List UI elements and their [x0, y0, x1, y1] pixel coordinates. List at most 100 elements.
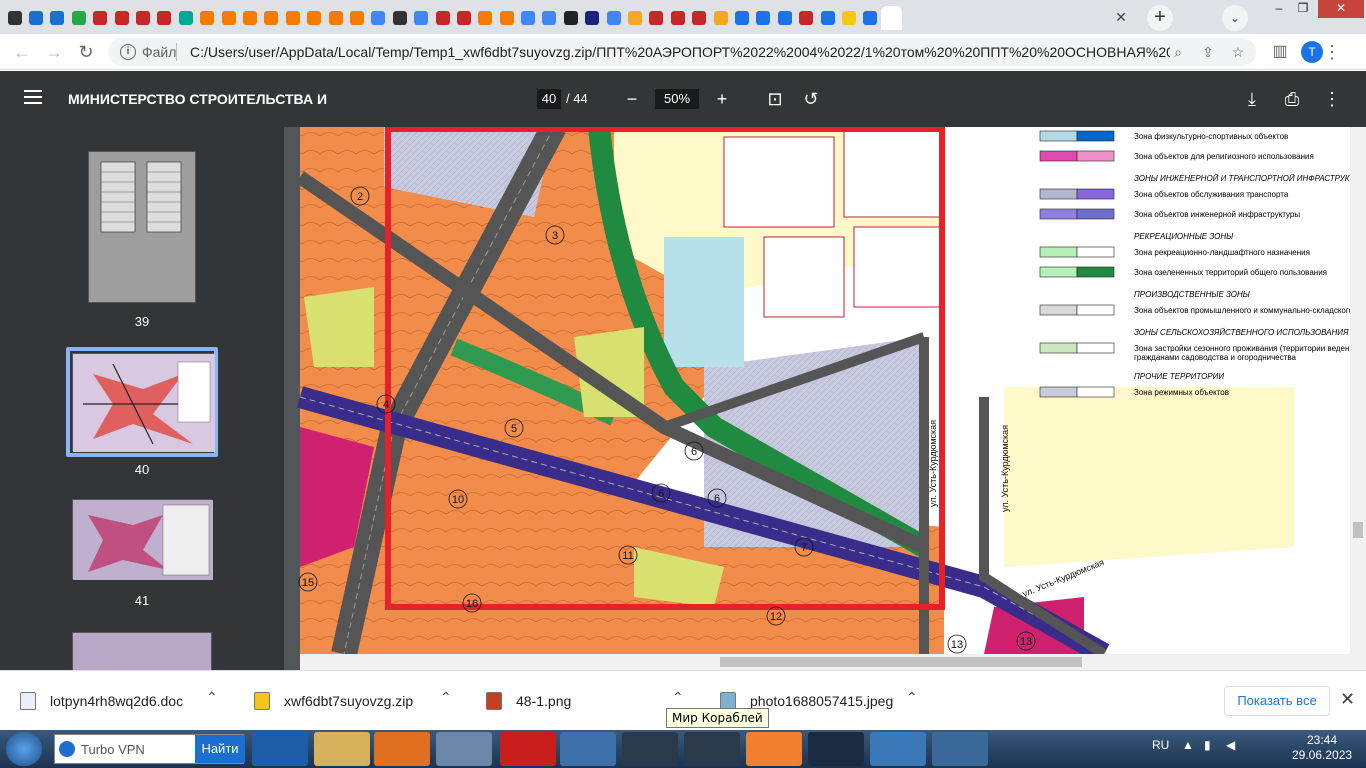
turbo-vpn-search[interactable]: Turbo VPN Найти — [54, 734, 245, 764]
print-icon[interactable]: ⎙ — [1280, 87, 1304, 111]
download-chevron-4[interactable]: ⌃ — [906, 689, 918, 706]
tab-favicon[interactable] — [753, 6, 774, 30]
bookmark-star-icon[interactable]: ☆ — [1228, 42, 1248, 62]
tab-favicon[interactable] — [496, 6, 517, 30]
paint-icon[interactable] — [932, 732, 988, 766]
menu-icon[interactable] — [24, 90, 42, 104]
zoom-in-button[interactable]: + — [710, 87, 734, 111]
profile-avatar[interactable]: T — [1301, 41, 1323, 63]
tab-favicon[interactable] — [881, 6, 903, 30]
tab-favicon[interactable] — [710, 6, 731, 30]
tab-favicon[interactable] — [175, 6, 196, 30]
tab-favicon[interactable] — [432, 6, 453, 30]
language-indicator[interactable]: RU — [1152, 738, 1169, 752]
tab-favicon[interactable] — [838, 6, 859, 30]
tab-favicon[interactable] — [795, 6, 816, 30]
forward-button[interactable]: → — [42, 40, 66, 64]
tab-search-button[interactable]: ⌄ — [1222, 5, 1248, 31]
tab-favicon[interactable] — [603, 6, 624, 30]
tray-arrow-icon[interactable]: ▲ — [1182, 738, 1194, 752]
tab-favicon[interactable] — [624, 6, 645, 30]
tab-favicon[interactable] — [68, 6, 89, 30]
tab-close-button[interactable]: ✕ — [1112, 8, 1130, 26]
download-chevron-3[interactable]: ⌃ — [672, 689, 684, 706]
photo-viewer-icon[interactable] — [870, 732, 926, 766]
horizontal-scrollbar[interactable] — [300, 654, 1350, 670]
back-button[interactable]: ← — [10, 40, 34, 64]
pdf-viewer[interactable]: Зона физкультурно-спортивных объектов Зон… — [284, 127, 1366, 670]
app-icon[interactable] — [746, 732, 802, 766]
download-item-2[interactable]: xwf6dbt7suyovzg.zip — [254, 689, 413, 713]
tab-favicon[interactable] — [560, 6, 581, 30]
download-icon[interactable]: ⤓ — [1240, 87, 1264, 111]
explorer-icon[interactable] — [314, 732, 370, 766]
url-text[interactable]: C:/Users/user/AppData/Local/Temp/Temp1_x… — [190, 44, 1170, 60]
tab-favicon[interactable] — [539, 6, 560, 30]
tab-favicon[interactable] — [132, 6, 153, 30]
tab-favicon[interactable] — [517, 6, 538, 30]
restore-button[interactable]: ❐ — [1290, 0, 1316, 18]
tab-favicon[interactable] — [817, 6, 838, 30]
tab-favicon[interactable] — [218, 6, 239, 30]
tab-favicon[interactable] — [731, 6, 752, 30]
tab-favicon[interactable] — [303, 6, 324, 30]
tab-favicon[interactable] — [368, 6, 389, 30]
zoom-icon[interactable]: ⌕ — [1168, 42, 1188, 62]
show-all-downloads-button[interactable]: Показать все — [1224, 686, 1330, 716]
rotate-icon[interactable]: ↺ — [799, 87, 823, 111]
tab-favicon[interactable] — [239, 6, 260, 30]
steam-icon[interactable] — [808, 732, 864, 766]
fit-page-icon[interactable]: ⊡ — [763, 87, 787, 111]
tab-favicon[interactable] — [47, 6, 68, 30]
turbo-vpn-find-button[interactable]: Найти — [195, 735, 245, 763]
download-item-1[interactable]: lotpyn4rh8wq2d6.doc — [20, 689, 183, 713]
download-chevron-1[interactable]: ⌃ — [206, 689, 218, 706]
tab-favicon[interactable] — [346, 6, 367, 30]
tanks-icon[interactable] — [622, 732, 678, 766]
download-chevron-2[interactable]: ⌃ — [440, 689, 452, 706]
opera-icon[interactable] — [500, 732, 556, 766]
reload-button[interactable]: ↻ — [74, 40, 98, 64]
tab-favicon[interactable] — [667, 6, 688, 30]
tab-favicon[interactable] — [410, 6, 431, 30]
ships-icon[interactable] — [684, 732, 740, 766]
download-item-3[interactable]: 48-1.png — [486, 689, 571, 713]
downloads-close-icon[interactable]: ✕ — [1340, 689, 1355, 710]
thumbnail-page-39[interactable] — [88, 151, 196, 303]
new-tab-button[interactable]: + — [1147, 5, 1173, 31]
side-panel-icon[interactable]: ▥ — [1268, 40, 1292, 64]
window-close-button[interactable]: ✕ — [1318, 0, 1364, 18]
tab-favicon[interactable] — [261, 6, 282, 30]
volume-icon[interactable]: ◀ — [1226, 738, 1235, 752]
tab-favicon[interactable] — [325, 6, 346, 30]
chrome-icon[interactable] — [436, 732, 492, 766]
address-bar[interactable]: i Файл C:/Users/user/AppData/Local/Temp/… — [108, 38, 1256, 66]
zoom-input[interactable]: 50% — [655, 89, 699, 109]
start-button[interactable] — [6, 732, 42, 766]
browser-menu-icon[interactable]: ⋮ — [1320, 40, 1344, 64]
turbo-vpn-text[interactable]: Turbo VPN — [81, 742, 145, 757]
tab-favicon[interactable] — [860, 6, 881, 30]
system-clock[interactable]: 23:44 29.06.2023 — [1292, 733, 1352, 763]
horizontal-scroll-thumb[interactable] — [720, 657, 1082, 667]
tab-favicon[interactable] — [689, 6, 710, 30]
thumbnail-page-42[interactable] — [72, 632, 212, 670]
tab-favicon[interactable] — [774, 6, 795, 30]
share-icon[interactable]: ⇪ — [1198, 42, 1218, 62]
tab-favicon[interactable] — [197, 6, 218, 30]
vertical-scrollbar[interactable] — [1350, 127, 1366, 670]
tray-phone-icon[interactable]: ▮ — [1204, 738, 1211, 752]
thumbnail-page-41[interactable] — [72, 499, 213, 580]
tab-favicon[interactable] — [90, 6, 111, 30]
vertical-scroll-thumb[interactable] — [1353, 522, 1363, 538]
tab-favicon[interactable] — [646, 6, 667, 30]
tab-favicon[interactable] — [4, 6, 25, 30]
vk-icon[interactable] — [560, 732, 616, 766]
tab-favicon[interactable] — [389, 6, 410, 30]
thumbnail-page-40[interactable] — [72, 353, 215, 452]
tab-favicon[interactable] — [282, 6, 303, 30]
ie-icon[interactable] — [252, 732, 308, 766]
tab-favicon[interactable] — [111, 6, 132, 30]
zoom-out-button[interactable]: − — [620, 87, 644, 111]
tab-favicon[interactable] — [453, 6, 474, 30]
